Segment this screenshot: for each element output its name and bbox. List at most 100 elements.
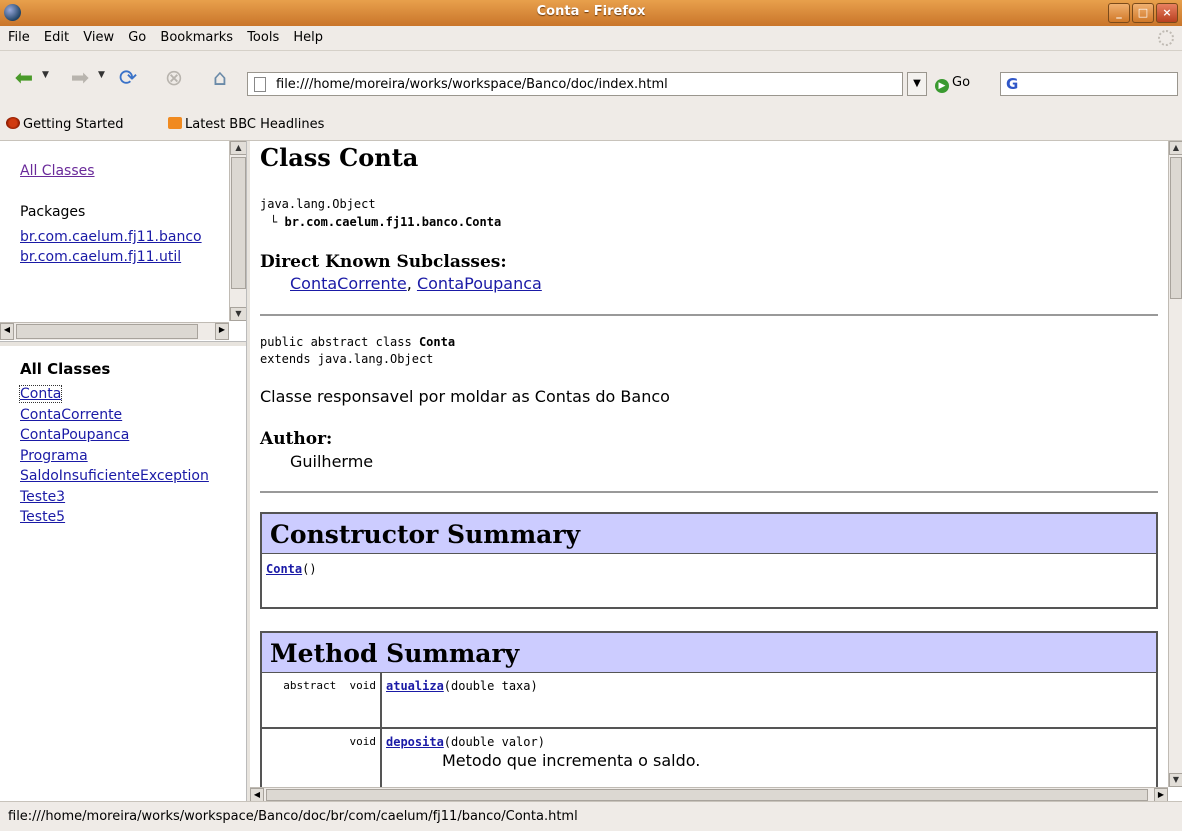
class-description: Classe responsavel por moldar as Contas …: [260, 387, 670, 406]
class-declaration: public abstract class Conta: [260, 335, 455, 349]
url-bar[interactable]: file:///home/moreira/works/workspace/Ban…: [247, 72, 903, 96]
bookmarks-toolbar: Getting Started Latest BBC Headlines: [0, 106, 1182, 141]
class-link[interactable]: SaldoInsuficienteException: [20, 468, 209, 484]
search-box[interactable]: G: [1000, 72, 1178, 96]
forward-button[interactable]: ➡: [66, 66, 94, 92]
menu-bar: File Edit View Go Bookmarks Tools Help: [0, 26, 1182, 51]
subclass-separator: ,: [406, 274, 417, 293]
subclasses-heading: Direct Known Subclasses:: [260, 252, 507, 272]
scroll-thumb[interactable]: [1170, 157, 1182, 299]
subclasses-list: ContaCorrente, ContaPoupanca: [290, 274, 542, 293]
constructor-link[interactable]: Conta: [266, 562, 302, 576]
subclass-link[interactable]: ContaPoupanca: [417, 274, 542, 293]
forward-dropdown-icon[interactable]: ▼: [98, 70, 105, 80]
method-params: (double taxa): [443, 679, 538, 693]
bookmark-getting-started[interactable]: Getting Started: [6, 117, 124, 132]
maximize-button[interactable]: □: [1132, 3, 1154, 23]
class-detail-frame: Class Conta java.lang.Object └ br.com.ca…: [250, 141, 1182, 801]
class-link[interactable]: Teste3: [20, 489, 65, 505]
scroll-left-icon[interactable]: ◀: [0, 323, 14, 340]
scroll-up-icon[interactable]: ▲: [1169, 141, 1182, 155]
class-extends: extends java.lang.Object: [260, 352, 434, 366]
hierarchy-root: java.lang.Object: [260, 197, 376, 211]
getting-started-icon: [6, 117, 20, 129]
class-link[interactable]: Teste5: [20, 509, 65, 525]
author-label: Author:: [260, 429, 333, 449]
scroll-thumb[interactable]: [266, 789, 1148, 801]
packages-horizontal-scrollbar[interactable]: ◀ ▶: [0, 322, 229, 340]
main-horizontal-scrollbar[interactable]: ◀ ▶: [250, 787, 1168, 801]
scroll-up-icon[interactable]: ▲: [230, 141, 246, 155]
navigation-toolbar: ⬅ ▼ ➡ ▼ ⟳ ⊗ ⌂ file:///home/moreira/works…: [0, 50, 1182, 106]
class-link-conta[interactable]: Conta: [18, 385, 63, 403]
packages-frame: All Classes Packages br.com.caelum.fj11.…: [0, 141, 246, 341]
scroll-thumb[interactable]: [231, 157, 246, 289]
method-modifier: void: [262, 729, 382, 789]
stop-button[interactable]: ⊗: [160, 66, 188, 92]
bookmark-label: Getting Started: [23, 117, 124, 132]
method-modifier: abstract void: [262, 673, 382, 727]
search-engine-icon[interactable]: G: [1006, 75, 1018, 93]
declaration-prefix: public abstract class: [260, 335, 419, 349]
method-row: abstract void atualiza(double taxa): [262, 673, 1156, 729]
back-dropdown-icon[interactable]: ▼: [42, 70, 49, 80]
method-link-atualiza[interactable]: atualiza: [386, 679, 444, 693]
divider: [260, 491, 1158, 493]
packages-vertical-scrollbar[interactable]: ▲ ▼: [229, 141, 246, 321]
method-signature: atualiza(double taxa): [382, 673, 542, 727]
package-link[interactable]: br.com.caelum.fj11.util: [20, 249, 181, 265]
status-text: file:///home/moreira/works/workspace/Ban…: [8, 809, 578, 824]
menu-bookmarks[interactable]: Bookmarks: [160, 30, 233, 45]
page-icon: [254, 77, 266, 92]
declaration-name: Conta: [418, 335, 456, 349]
package-link[interactable]: br.com.caelum.fj11.banco: [20, 229, 202, 245]
classes-frame: All Classes Conta ContaCorrente ContaPou…: [0, 346, 246, 801]
scroll-down-icon[interactable]: ▼: [1169, 773, 1182, 787]
reload-button[interactable]: ⟳: [114, 66, 142, 92]
bookmark-bbc-headlines[interactable]: Latest BBC Headlines: [168, 117, 324, 132]
title-bar: Conta - Firefox _ □ ×: [0, 0, 1182, 26]
main-vertical-scrollbar[interactable]: ▲ ▼: [1168, 141, 1182, 787]
class-link[interactable]: Programa: [20, 448, 88, 464]
all-classes-heading: All Classes: [20, 360, 111, 378]
all-classes-link[interactable]: All Classes: [20, 163, 95, 179]
method-summary-table: Method Summary abstract void atualiza(do…: [260, 631, 1158, 801]
subclass-link[interactable]: ContaCorrente: [290, 274, 407, 293]
status-bar: file:///home/moreira/works/workspace/Ban…: [0, 801, 1182, 831]
method-signature: deposita(double valor) Metodo que increm…: [382, 729, 704, 789]
menu-file[interactable]: File: [8, 30, 30, 45]
constructor-summary-heading: Constructor Summary: [262, 514, 1156, 554]
scroll-right-icon[interactable]: ▶: [1154, 788, 1168, 801]
hierarchy-child: └ br.com.caelum.fj11.banco.Conta: [270, 215, 502, 229]
method-params: (double valor): [443, 735, 545, 749]
scroll-right-icon[interactable]: ▶: [215, 323, 229, 340]
author-name: Guilherme: [290, 452, 374, 471]
menu-go[interactable]: Go: [128, 30, 146, 45]
packages-label: Packages: [20, 204, 86, 220]
method-row: void deposita(double valor) Metodo que i…: [262, 729, 1156, 789]
minimize-button[interactable]: _: [1108, 3, 1130, 23]
method-summary-heading: Method Summary: [262, 633, 1156, 673]
go-button[interactable]: ▶ Go: [935, 75, 970, 93]
content-area: All Classes Packages br.com.caelum.fj11.…: [0, 141, 1182, 801]
menu-edit[interactable]: Edit: [44, 30, 69, 45]
scroll-thumb[interactable]: [16, 324, 198, 339]
class-link[interactable]: ContaCorrente: [20, 407, 122, 423]
scroll-left-icon[interactable]: ◀: [250, 788, 264, 801]
method-link-deposita[interactable]: deposita: [386, 735, 444, 749]
url-dropdown-button[interactable]: ▼: [907, 72, 927, 96]
rss-feed-icon: [168, 117, 182, 129]
class-link[interactable]: ContaPoupanca: [20, 427, 129, 443]
divider: [260, 314, 1158, 316]
back-button[interactable]: ⬅: [10, 66, 38, 92]
method-description: Metodo que incrementa o saldo.: [442, 751, 701, 770]
scroll-down-icon[interactable]: ▼: [230, 307, 246, 321]
close-button[interactable]: ×: [1156, 3, 1178, 23]
url-text[interactable]: file:///home/moreira/works/workspace/Ban…: [276, 77, 668, 92]
menu-help[interactable]: Help: [293, 30, 323, 45]
home-button[interactable]: ⌂: [206, 66, 234, 92]
go-label: Go: [952, 75, 971, 90]
menu-tools[interactable]: Tools: [247, 30, 279, 45]
menu-view[interactable]: View: [83, 30, 114, 45]
class-title: Class Conta: [260, 143, 419, 172]
